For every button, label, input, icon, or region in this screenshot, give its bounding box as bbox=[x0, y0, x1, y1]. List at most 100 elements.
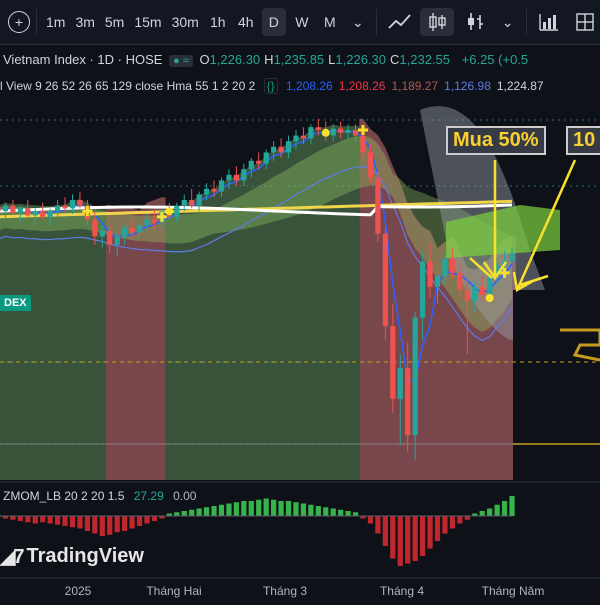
bars-chart-icon[interactable] bbox=[458, 8, 492, 36]
indicator-label[interactable]: l View 9 26 52 26 65 129 close Hma 55 1 … bbox=[0, 79, 255, 93]
candle-body bbox=[107, 230, 113, 245]
buy-50-annotation[interactable]: Mua 50% bbox=[446, 126, 546, 155]
zmom-value-2: 0.00 bbox=[173, 489, 197, 503]
candle-body bbox=[300, 135, 307, 139]
interval-D[interactable]: D bbox=[261, 8, 286, 36]
momentum-bar bbox=[501, 501, 508, 516]
candle-body bbox=[129, 228, 135, 233]
candle-body bbox=[367, 152, 374, 178]
candle-body bbox=[375, 177, 381, 234]
indicator-value: 1,208.26 bbox=[338, 79, 386, 93]
candle-body bbox=[285, 141, 292, 153]
candle-body bbox=[196, 194, 202, 206]
momentum-bar bbox=[434, 516, 441, 541]
momentum-bar bbox=[338, 509, 344, 516]
candle-body bbox=[397, 368, 403, 399]
momentum-bar bbox=[352, 512, 359, 516]
time-axis-label: Tháng 4 bbox=[379, 584, 425, 598]
candle-body bbox=[427, 261, 433, 287]
time-axis[interactable]: 2025 Tháng Hai Tháng 3 Tháng 4 Tháng Năm bbox=[0, 580, 600, 600]
interval-W[interactable]: W bbox=[290, 8, 314, 36]
interval-M[interactable]: M bbox=[318, 8, 342, 36]
candle-body bbox=[218, 180, 225, 192]
candle-body bbox=[330, 128, 336, 136]
candle-body bbox=[345, 130, 351, 133]
momentum-bar bbox=[122, 516, 128, 531]
candle-body bbox=[211, 188, 217, 192]
momentum-bar bbox=[479, 511, 485, 516]
indicator-value: 1,189.27 bbox=[391, 79, 439, 93]
line-chart-icon[interactable] bbox=[383, 8, 417, 36]
indicator-value: 1,224.87 bbox=[496, 79, 544, 93]
toolbar-divider bbox=[525, 9, 527, 35]
indicators-icon[interactable] bbox=[533, 8, 567, 36]
momentum-bar bbox=[308, 504, 314, 516]
candle-body bbox=[412, 317, 418, 436]
future-panel bbox=[513, 290, 600, 480]
candle-body bbox=[360, 135, 366, 153]
tradingview-logo[interactable]: ◢7 TradingView bbox=[0, 544, 144, 569]
buy-more-annotation[interactable]: 10 bbox=[566, 126, 600, 155]
candles-chart-icon[interactable] bbox=[420, 8, 455, 36]
chart-type-more-button[interactable]: ⌄ bbox=[496, 8, 520, 36]
candle-body bbox=[390, 326, 396, 399]
zmom-label[interactable]: ZMOM_LB 20 2 20 1.5 bbox=[3, 489, 124, 503]
interval-15m[interactable]: 15m bbox=[131, 8, 164, 36]
interval-5m[interactable]: 5m bbox=[102, 8, 127, 36]
add-symbol-button[interactable]: + bbox=[8, 11, 30, 33]
momentum-bar bbox=[293, 502, 299, 516]
candle-body bbox=[40, 211, 46, 217]
momentum-bar bbox=[464, 516, 470, 520]
interval-1m[interactable]: 1m bbox=[43, 8, 68, 36]
interval-4h[interactable]: 4h bbox=[234, 8, 258, 36]
time-axis-label: Tháng 3 bbox=[262, 584, 308, 598]
momentum-bar bbox=[114, 516, 120, 533]
candle-body bbox=[479, 286, 485, 296]
candle-body bbox=[10, 205, 16, 213]
indicator-visibility-icon[interactable]: {} bbox=[263, 78, 278, 94]
ohlc-value-C: 1,232.55 bbox=[399, 52, 451, 67]
momentum-bar bbox=[218, 504, 225, 516]
momentum-bar bbox=[494, 504, 500, 516]
candle-body bbox=[420, 261, 426, 318]
momentum-bar bbox=[92, 516, 98, 534]
layout-icon[interactable] bbox=[570, 8, 600, 36]
candle-body bbox=[263, 152, 269, 164]
momentum-bar bbox=[420, 516, 426, 556]
regime-fill bbox=[0, 199, 107, 480]
tradingview-wordmark: TradingView bbox=[26, 545, 144, 567]
candle-body bbox=[256, 160, 262, 164]
candle-body bbox=[278, 146, 284, 153]
interval-1h[interactable]: 1h bbox=[206, 8, 230, 36]
momentum-bar bbox=[181, 511, 187, 516]
tradingview-mark-icon: ◢7 bbox=[0, 546, 24, 568]
momentum-bar bbox=[241, 501, 247, 516]
interval-3m[interactable]: 3m bbox=[72, 8, 97, 36]
momentum-bar bbox=[233, 502, 239, 516]
momentum-bar bbox=[390, 516, 396, 559]
candle-body bbox=[449, 258, 456, 273]
candle-body bbox=[405, 368, 411, 436]
momentum-bar bbox=[40, 516, 46, 523]
interval-more-button[interactable]: ⌄ bbox=[346, 8, 370, 36]
market-status-badge[interactable]: ● ≈ bbox=[169, 55, 193, 67]
momentum-bar bbox=[442, 516, 448, 534]
momentum-bar bbox=[412, 516, 418, 561]
candle-body bbox=[509, 253, 515, 262]
candle-body bbox=[25, 208, 31, 216]
indicator-value: 1,126.98 bbox=[444, 79, 491, 93]
candle-body bbox=[233, 174, 239, 181]
candle-body bbox=[472, 286, 478, 301]
signal-dot bbox=[321, 128, 330, 137]
candle-body bbox=[315, 127, 321, 130]
symbol-title[interactable]: Vietnam Index · 1D · HOSE bbox=[3, 52, 162, 67]
momentum-bar bbox=[196, 508, 202, 516]
candle-body bbox=[174, 205, 180, 217]
momentum-bar bbox=[457, 516, 463, 524]
interval-30m[interactable]: 30m bbox=[169, 8, 202, 36]
ohlc-key-O: O bbox=[199, 52, 210, 67]
momentum-bar bbox=[300, 503, 307, 516]
momentum-bar bbox=[278, 501, 284, 516]
candle-body bbox=[122, 228, 128, 237]
candle-body bbox=[352, 130, 359, 136]
